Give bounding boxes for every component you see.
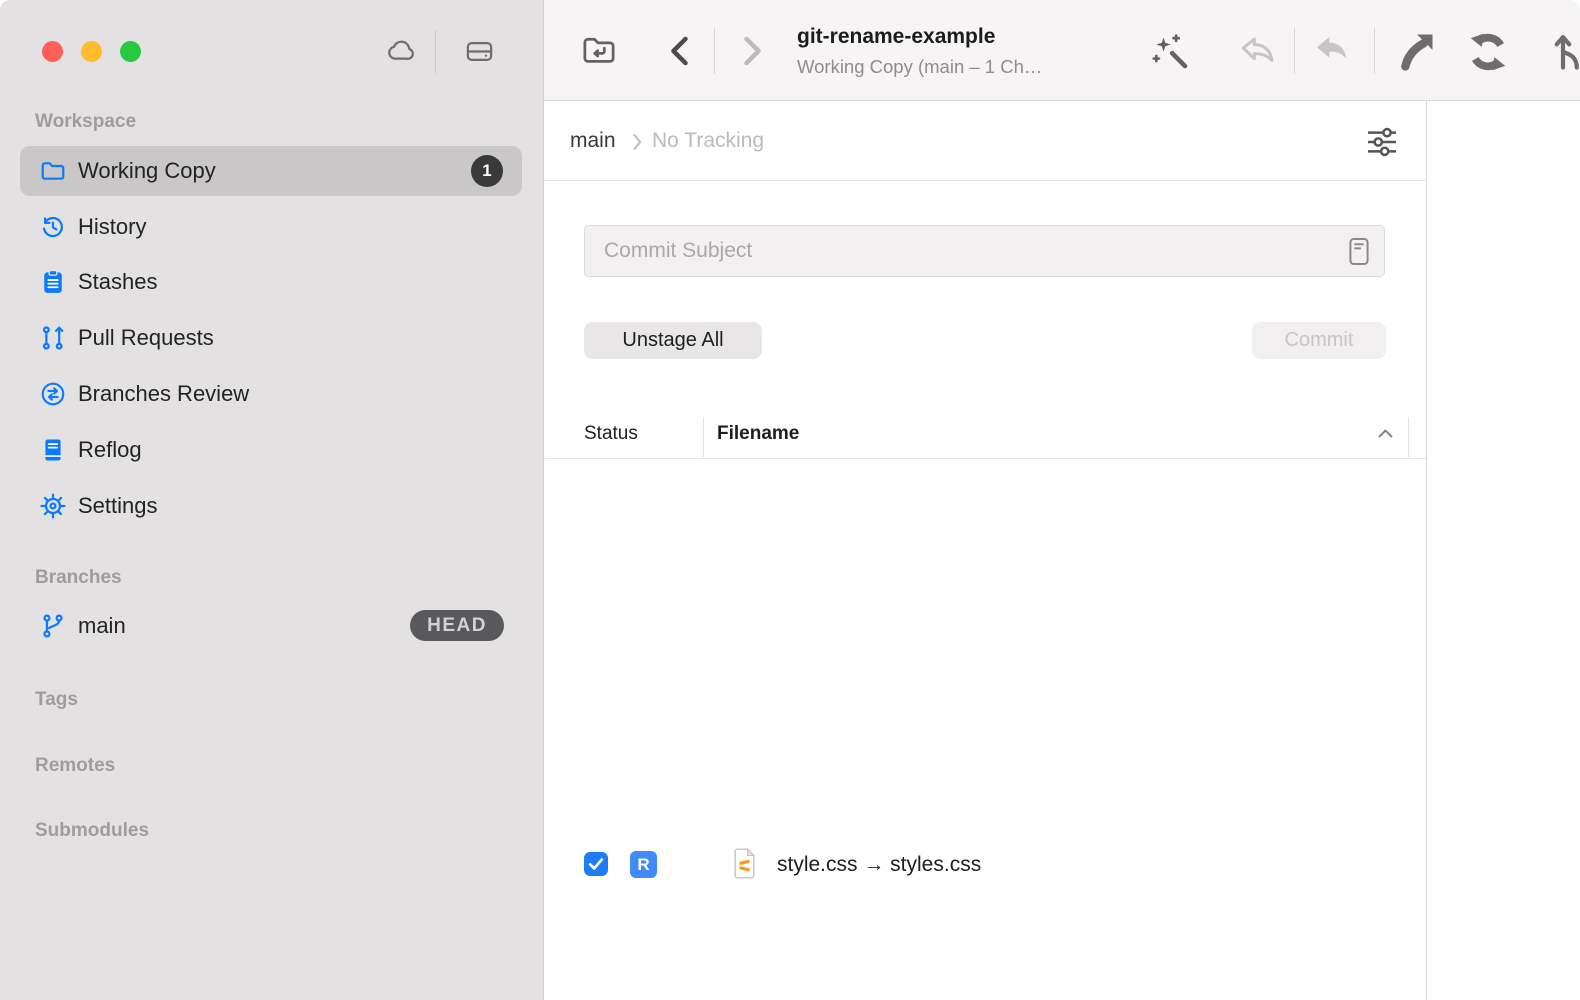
history-icon [39, 213, 67, 241]
sidebar-item-stashes[interactable]: Stashes [20, 257, 522, 307]
unstage-all-button[interactable]: Unstage All [584, 322, 762, 359]
working-copy-panel: main No Tracking Unstage All Commit Stat… [544, 101, 1427, 1000]
sidebar-item-label: Branches Review [78, 381, 249, 407]
forward-button[interactable] [740, 34, 766, 68]
column-header-filename[interactable]: Filename [717, 423, 799, 445]
sidebar-section-remotes: Remotes [35, 755, 115, 777]
undo-button-icon[interactable] [1312, 34, 1352, 68]
sidebar-section-tags: Tags [35, 689, 78, 711]
sidebar-item-label: History [78, 214, 146, 240]
sidebar-section-workspace: Workspace [35, 111, 136, 133]
sidebar-item-label: Working Copy [78, 158, 216, 184]
sidebar-item-label: Stashes [78, 269, 158, 295]
status-renamed-badge: R [630, 851, 657, 878]
change-count-badge: 1 [471, 155, 503, 187]
pull-request-icon [39, 324, 67, 352]
sidebar-item-branch-main[interactable]: main HEAD [20, 601, 522, 651]
toolbar-divider [1374, 28, 1375, 74]
app-window: Workspace Working Copy 1 History Stashes [0, 0, 1580, 1000]
merge-button-icon[interactable] [1552, 29, 1580, 73]
close-repo-folder-icon[interactable] [576, 31, 622, 70]
folder-icon [39, 157, 67, 185]
sidebar-section-submodules: Submodules [35, 820, 149, 842]
toolbar-divider [1294, 28, 1295, 74]
reflog-journal-icon [39, 436, 67, 464]
breadcrumb-branch[interactable]: main [570, 129, 616, 153]
file-rename-label: style.css → styles.css [777, 853, 981, 877]
head-badge: HEAD [410, 610, 504, 641]
local-repos-icon[interactable] [461, 36, 498, 67]
sidebar-item-label: Pull Requests [78, 325, 214, 351]
sidebar-item-reflog[interactable]: Reflog [20, 425, 522, 475]
commit-button[interactable]: Commit [1252, 322, 1386, 359]
minimize-window-button[interactable] [81, 41, 102, 62]
cloud-services-icon[interactable] [378, 36, 419, 67]
commit-subject-input[interactable] [584, 225, 1385, 277]
sidebar-top-divider [435, 30, 436, 73]
sidebar-item-label: main [78, 613, 126, 639]
push-button-icon[interactable] [1394, 29, 1438, 73]
column-divider[interactable] [1408, 417, 1409, 457]
close-window-button[interactable] [42, 41, 63, 62]
sort-ascending-chevron-icon[interactable] [1377, 428, 1394, 439]
view-options-filter-icon[interactable] [1366, 127, 1398, 157]
stash-clipboard-icon [39, 268, 67, 296]
zoom-window-button[interactable] [120, 41, 141, 62]
sync-button-icon[interactable] [1466, 30, 1510, 74]
table-row[interactable]: R style.css → styles.css [544, 463, 1426, 518]
detail-panel [1428, 101, 1580, 1000]
sidebar: Workspace Working Copy 1 History Stashes [0, 0, 544, 1000]
quick-actions-wand-icon[interactable] [1149, 30, 1191, 72]
branches-review-icon [39, 380, 67, 408]
chevron-right-icon [630, 132, 644, 152]
gear-icon [39, 492, 67, 520]
commit-message-note-icon[interactable] [1348, 237, 1370, 266]
sidebar-item-pull-requests[interactable]: Pull Requests [20, 313, 522, 363]
discard-button-icon[interactable] [1238, 33, 1278, 69]
table-header-border [544, 458, 1426, 459]
column-divider[interactable] [703, 417, 704, 457]
sidebar-item-branches-review[interactable]: Branches Review [20, 369, 522, 419]
column-header-status[interactable]: Status [584, 423, 638, 445]
sidebar-item-settings[interactable]: Settings [20, 481, 522, 531]
title-block: git-rename-example Working Copy (main – … [797, 25, 1127, 78]
sidebar-item-label: Reflog [78, 437, 142, 463]
nav-divider [714, 28, 715, 74]
breadcrumb-tracking[interactable]: No Tracking [652, 129, 764, 153]
sidebar-section-branches: Branches [35, 567, 122, 589]
sidebar-item-label: Settings [78, 493, 158, 519]
breadcrumb: main No Tracking [544, 101, 1426, 181]
sidebar-item-history[interactable]: History [20, 202, 522, 252]
branch-icon [39, 612, 67, 640]
stage-checkbox[interactable] [584, 852, 608, 876]
repo-title: git-rename-example [797, 25, 1127, 49]
repo-subtitle: Working Copy (main – 1 Ch… [797, 56, 1127, 78]
toolbar: git-rename-example Working Copy (main – … [544, 0, 1580, 101]
back-button[interactable] [666, 34, 692, 68]
sidebar-item-working-copy[interactable]: Working Copy 1 [20, 146, 522, 196]
css-file-icon [732, 848, 757, 879]
